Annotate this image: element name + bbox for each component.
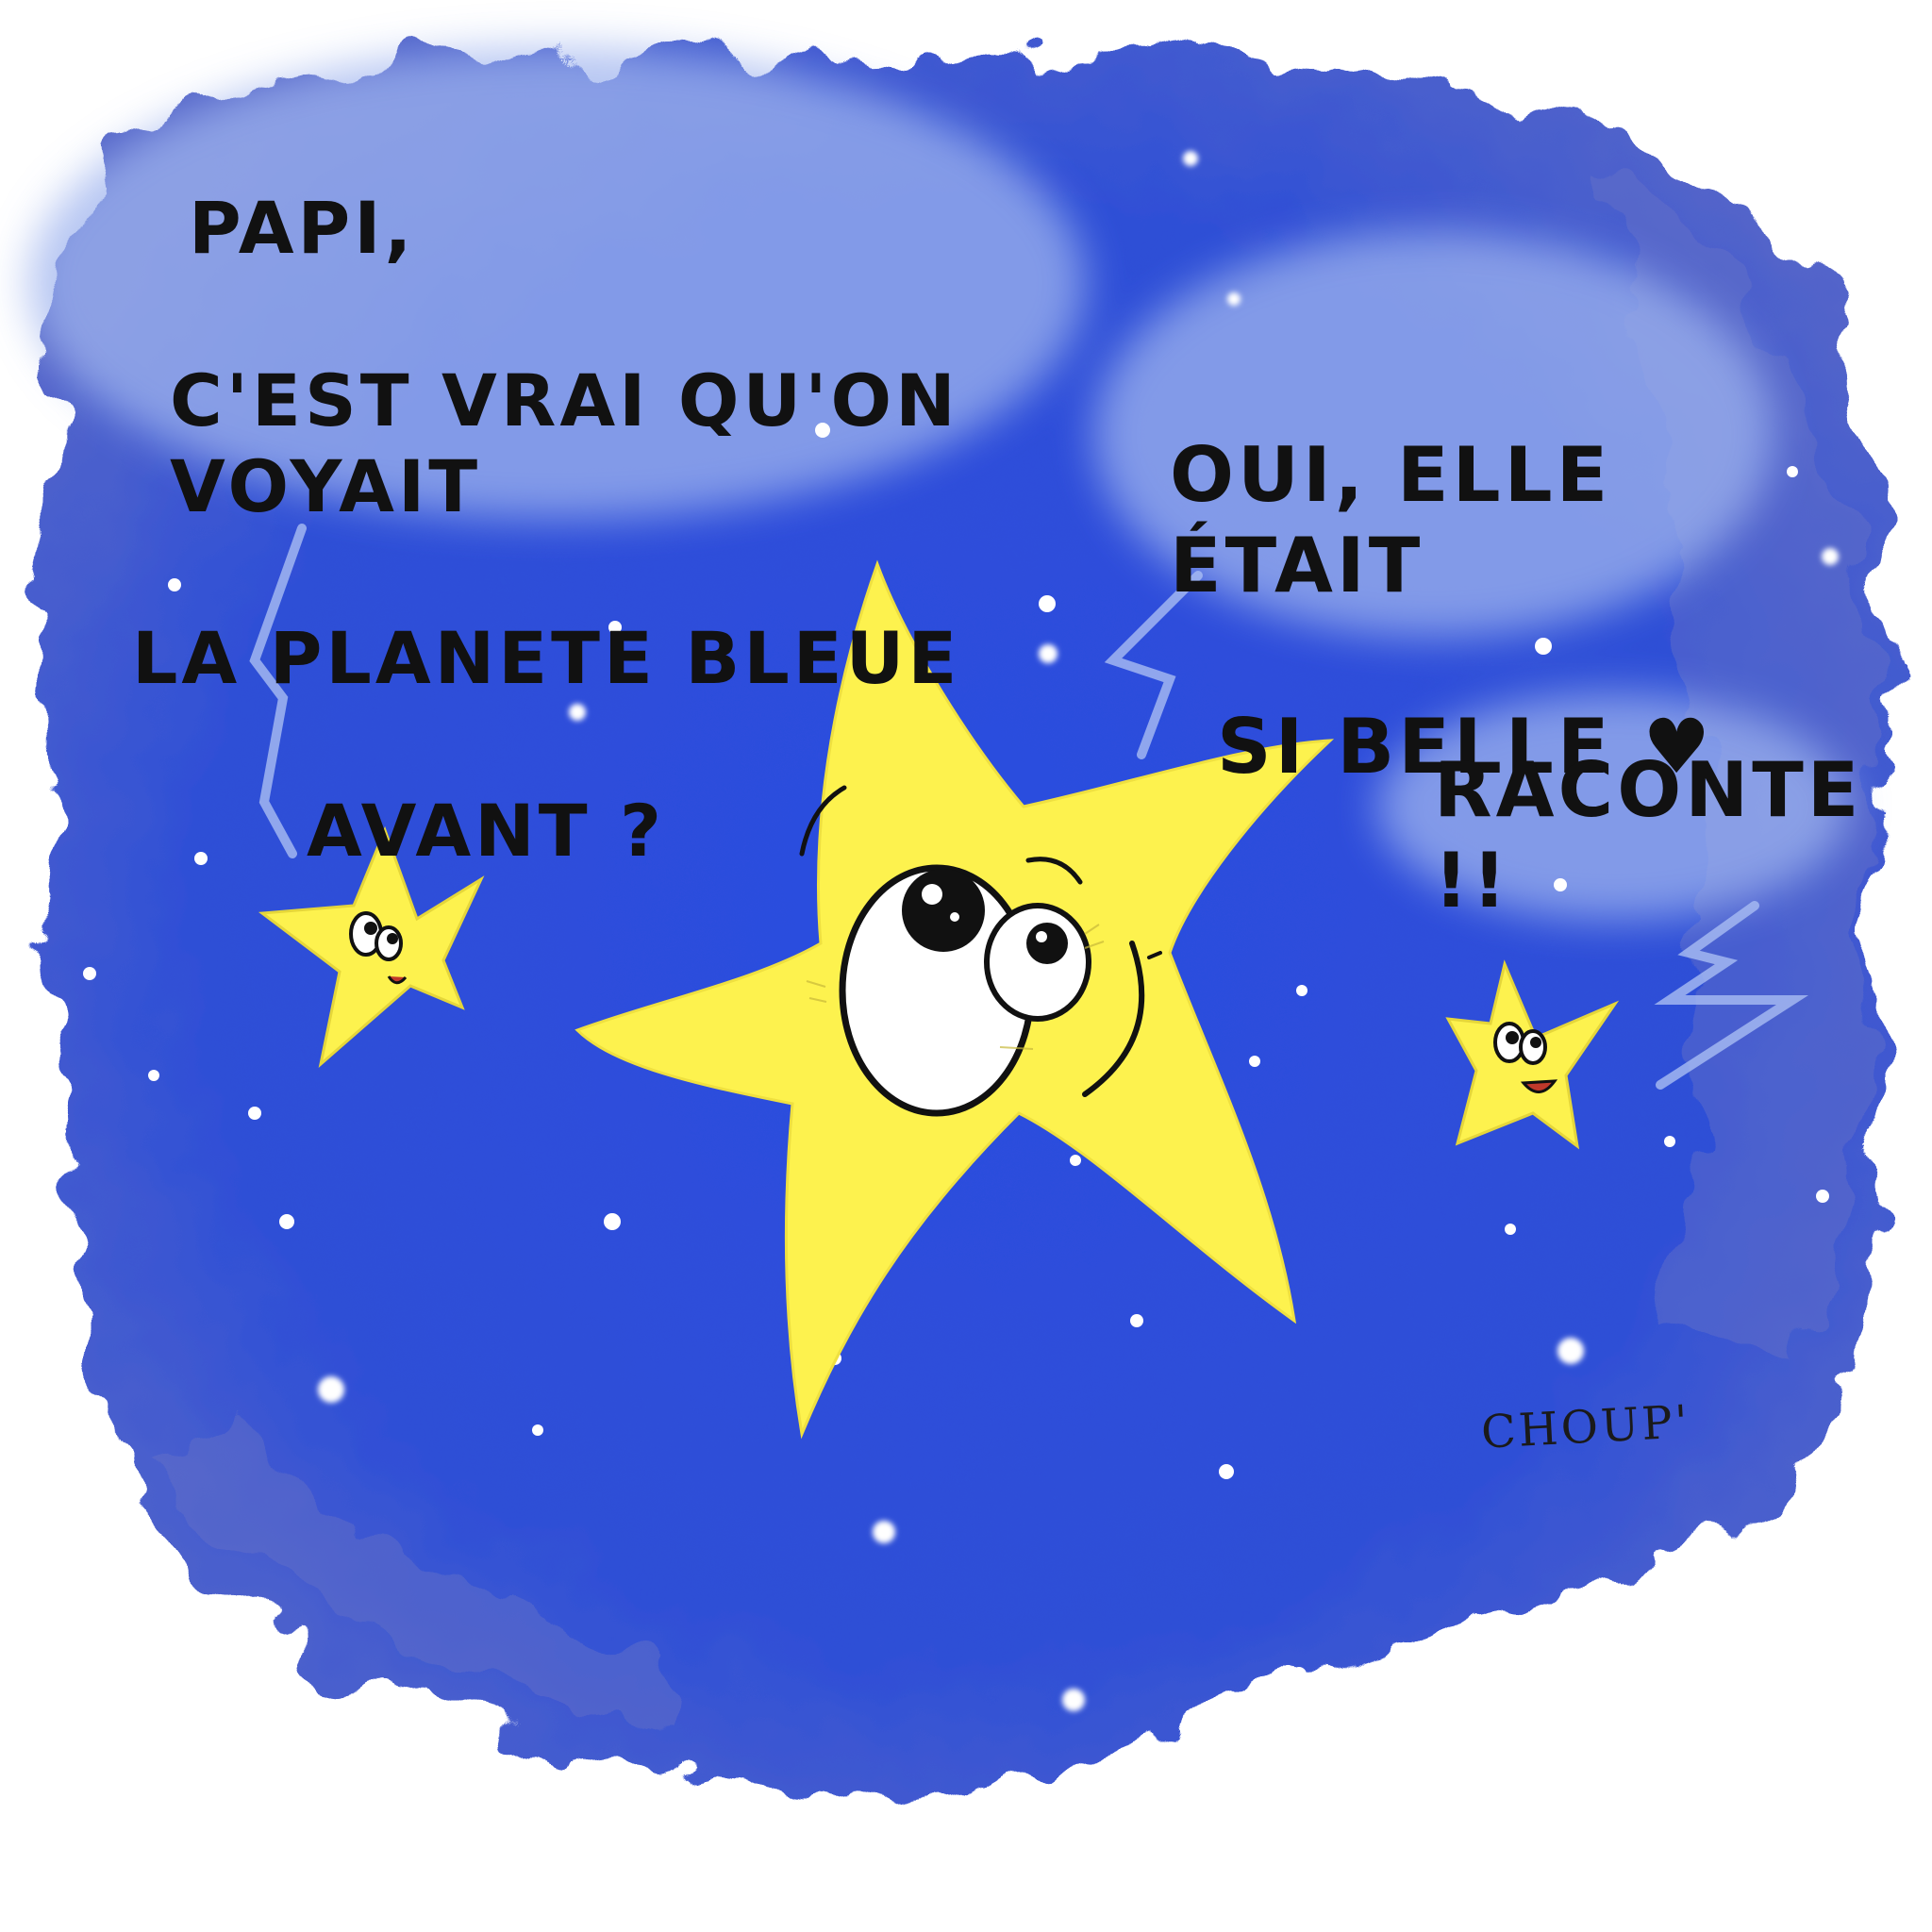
speech-papi-line-1: PAPI,	[189, 186, 416, 271]
speech-papi-line-4: AVANT ?	[307, 788, 666, 873]
speech-oui-line-1: OUI, ELLE ÉTAIT	[1170, 431, 1612, 609]
speech-bubble-papi: PAPI, C'EST VRAI QU'ON VOYAIT LA PLANETE…	[132, 99, 1075, 959]
speech-papi-line-3: LA PLANETE BLEUE	[132, 616, 961, 701]
speech-bubble-raconte: RACONTE !!	[1434, 746, 1863, 924]
speech-papi-line-2: C'EST VRAI QU'ON VOYAIT	[170, 358, 959, 528]
artist-signature: CHOUP'	[1479, 1395, 1692, 1459]
